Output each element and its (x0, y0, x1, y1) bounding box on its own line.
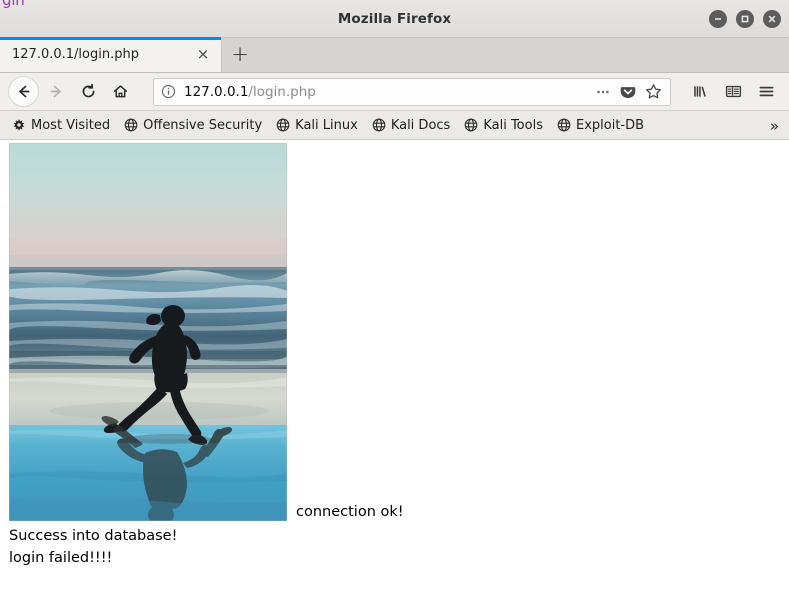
navigation-toolbar: 127.0.0.1/login.php (0, 73, 789, 111)
reload-icon[interactable] (73, 77, 103, 107)
bookmark-kali-tools[interactable]: Kali Tools (458, 116, 549, 135)
ellipsis-icon[interactable] (595, 84, 611, 100)
database-status-text: Success into database! (9, 528, 178, 544)
login-status-text: login failed!!!! (9, 549, 113, 566)
globe-icon (276, 118, 290, 132)
star-icon[interactable] (645, 83, 662, 100)
info-circle-icon[interactable] (160, 84, 176, 100)
window-titlebar: Mozilla Firefox (0, 0, 789, 38)
window-controls (709, 0, 781, 38)
url-text[interactable]: 127.0.0.1/login.php (184, 84, 587, 100)
sidebar-icon[interactable] (718, 77, 748, 107)
globe-icon (557, 118, 571, 132)
library-icon[interactable] (685, 77, 715, 107)
tab-active[interactable]: 127.0.0.1/login.php × (0, 37, 222, 72)
tab-strip: 127.0.0.1/login.php × + (0, 37, 789, 73)
page-body: connection ok! Success into database! lo… (9, 143, 789, 610)
bookmark-label: Kali Tools (483, 117, 543, 133)
tab-title: 127.0.0.1/login.php (12, 47, 139, 62)
connection-status-text: connection ok! (296, 504, 404, 520)
bookmarks-toolbar: Most Visited Offensive Security Kali Lin… (0, 111, 789, 140)
window-title: Mozilla Firefox (337, 10, 452, 27)
bookmark-label: Exploit-DB (575, 117, 645, 133)
bookmark-label: Kali Linux (295, 117, 358, 133)
url-bar[interactable]: 127.0.0.1/login.php (153, 77, 671, 106)
globe-icon (372, 118, 386, 132)
globe-icon (124, 118, 138, 132)
hamburger-menu-icon[interactable] (751, 77, 781, 107)
bookmark-label: Most Visited (31, 117, 111, 133)
home-icon[interactable] (105, 77, 135, 107)
bookmark-most-visited[interactable]: Most Visited (6, 116, 116, 135)
page-message-lines: Success into database! login failed!!!! (9, 526, 177, 569)
page-content: connection ok! Success into database! lo… (0, 140, 789, 610)
gear-icon (12, 118, 26, 132)
close-button[interactable] (763, 10, 781, 28)
url-host: 127.0.0.1 (184, 83, 249, 100)
close-icon[interactable]: × (193, 45, 213, 65)
browser-window: gin Mozilla Firefox 127.0.0.1/login.php … (0, 0, 789, 610)
bookmark-kali-linux[interactable]: Kali Linux (270, 116, 364, 135)
pocket-icon[interactable] (620, 84, 636, 100)
bookmark-label: Kali Docs (390, 117, 451, 133)
globe-icon (464, 118, 478, 132)
bookmark-exploit-db[interactable]: Exploit-DB (551, 116, 650, 135)
bookmark-label: Offensive Security (143, 117, 263, 133)
runner-silhouette-photo (9, 143, 287, 521)
bookmark-kali-docs[interactable]: Kali Docs (366, 116, 457, 135)
url-path: /login.php (248, 83, 316, 100)
forward-arrow-icon[interactable] (41, 77, 71, 107)
maximize-button[interactable] (736, 10, 754, 28)
minimize-button[interactable] (709, 10, 727, 28)
new-tab-button[interactable]: + (222, 37, 258, 72)
back-arrow-icon[interactable] (8, 76, 39, 107)
url-actions (595, 83, 664, 100)
bookmarks-overflow-button[interactable]: » (766, 111, 783, 140)
bookmark-offensive-security[interactable]: Offensive Security (118, 116, 268, 135)
toolbar-right-group (681, 77, 781, 107)
stray-cropped-text: gin (2, 0, 25, 9)
